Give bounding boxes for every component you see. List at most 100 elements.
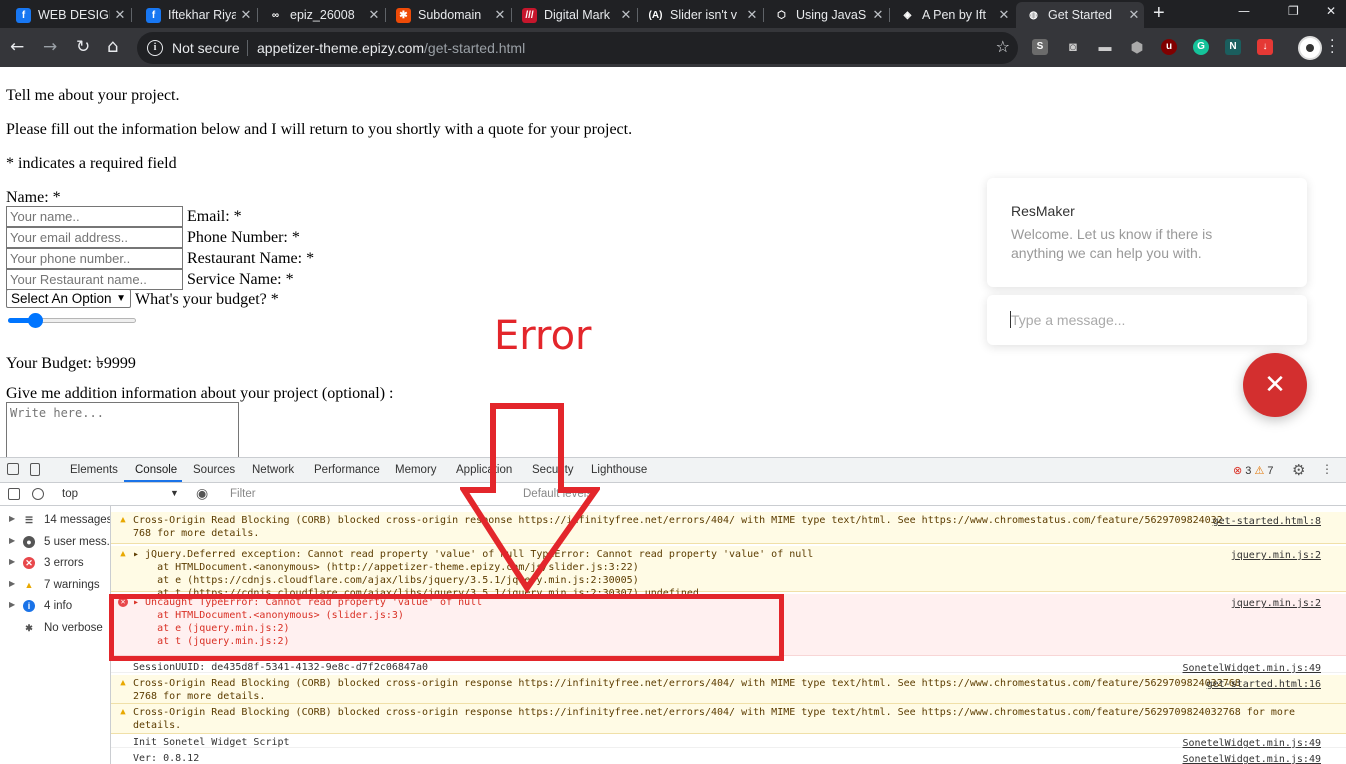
expand-arrow-icon[interactable]: ▶ bbox=[9, 514, 15, 523]
close-window-icon[interactable]: ✕ bbox=[1326, 4, 1336, 18]
message-source-link[interactable]: SonetelWidget.min.js:49 bbox=[1183, 662, 1321, 675]
devtools-tab-elements[interactable]: Elements bbox=[70, 464, 118, 476]
profile-avatar[interactable] bbox=[1298, 36, 1322, 60]
sidebar-toggle-icon[interactable] bbox=[8, 488, 20, 500]
back-icon[interactable]: ← bbox=[10, 37, 24, 57]
message-source-link[interactable]: get-started.html:8 bbox=[1213, 515, 1321, 528]
site-info-icon[interactable]: i bbox=[147, 40, 163, 56]
expand-arrow-icon[interactable]: ▶ bbox=[9, 557, 15, 566]
sidebar-item-warning[interactable]: ▶ ▲ 7 warnings bbox=[0, 576, 111, 597]
message-source-link[interactable]: SonetelWidget.min.js:49 bbox=[1183, 753, 1321, 764]
sidebar-item-bug[interactable]: ✱ No verbose bbox=[0, 619, 111, 640]
tab-close-icon[interactable]: ✕ bbox=[616, 7, 636, 23]
sidebar-item-user[interactable]: ▶ ● 5 user mess... bbox=[0, 533, 111, 554]
message-source-link[interactable]: jquery.min.js:2 bbox=[1231, 597, 1321, 610]
devtools-tab-memory[interactable]: Memory bbox=[395, 464, 437, 476]
console-message-log[interactable]: Init Sonetel Widget Script SonetelWidget.… bbox=[111, 734, 1346, 750]
devtools-tab-network[interactable]: Network bbox=[252, 464, 294, 476]
error-icon: ✕ bbox=[23, 557, 35, 570]
browser-tab[interactable]: ◍ Get Started ✕ bbox=[1016, 2, 1144, 28]
console-message-warn[interactable]: ▲ Cross-Origin Read Blocking (CORB) block… bbox=[111, 704, 1346, 734]
browser-tab[interactable]: f WEB DESIGN ✕ bbox=[6, 2, 130, 28]
devtools-tab-performance[interactable]: Performance bbox=[314, 464, 380, 476]
tab-close-icon[interactable]: ✕ bbox=[868, 7, 888, 23]
tab-close-icon[interactable]: ✕ bbox=[490, 7, 510, 23]
minimize-icon[interactable]: — bbox=[1238, 4, 1250, 18]
expand-arrow-icon[interactable]: ▶ bbox=[9, 600, 15, 609]
email-input[interactable] bbox=[6, 227, 183, 248]
tab-separator bbox=[131, 8, 132, 22]
instructions-text: Please fill out the information below an… bbox=[6, 121, 633, 138]
console-message-warn[interactable]: ▲ Cross-Origin Read Blocking (CORB) block… bbox=[111, 675, 1346, 704]
devtools-tab-sources[interactable]: Sources bbox=[193, 464, 235, 476]
browser-tab[interactable]: (A) Slider isn't v ✕ bbox=[638, 2, 762, 28]
restaurant-label: Restaurant Name: * bbox=[187, 250, 315, 267]
download-extension-icon[interactable]: ↓ bbox=[1257, 39, 1273, 55]
tab-close-icon[interactable]: ✕ bbox=[364, 7, 384, 23]
browser-tab[interactable]: ⬡ Using JavaS ✕ bbox=[764, 2, 888, 28]
tab-close-icon[interactable]: ✕ bbox=[742, 7, 762, 23]
omnibox-divider bbox=[247, 40, 248, 56]
console-message-log[interactable]: Ver: 0.8.12 SonetelWidget.min.js:49 bbox=[111, 750, 1346, 764]
sidebar-item-error[interactable]: ▶ ✕ 3 errors bbox=[0, 554, 111, 575]
tab-close-icon[interactable]: ✕ bbox=[1124, 7, 1144, 23]
browser-tab[interactable]: /// Digital Mark ✕ bbox=[512, 2, 636, 28]
console-message-log[interactable]: SessionUUID: de435d8f-5341-4132-9e8c-d7f… bbox=[111, 659, 1346, 675]
sidebar-item-info[interactable]: ▶ i 4 info bbox=[0, 597, 111, 618]
home-icon[interactable]: ⌂ bbox=[107, 37, 118, 57]
browser-tab[interactable]: ◈ A Pen by Ift ✕ bbox=[890, 2, 1014, 28]
phone-input[interactable] bbox=[6, 248, 183, 269]
reload-icon[interactable]: ↻ bbox=[76, 37, 90, 57]
name-input[interactable] bbox=[6, 206, 183, 227]
chat-message-input[interactable]: Type a message... bbox=[987, 295, 1307, 345]
expand-arrow-icon[interactable]: ▶ bbox=[9, 536, 15, 545]
sidebar-item-list[interactable]: ▶ ☰ 14 messages bbox=[0, 511, 111, 532]
console-message-line: ▸ jQuery.Deferred exception: Cannot read… bbox=[133, 549, 814, 560]
restaurant-input[interactable] bbox=[6, 269, 183, 290]
live-expression-eye-icon[interactable]: ◉ bbox=[196, 485, 208, 502]
clear-console-icon[interactable] bbox=[32, 488, 44, 500]
tab-title: Subdomain bbox=[418, 8, 482, 22]
expand-arrow-icon[interactable]: ▶ bbox=[9, 579, 15, 588]
window-extension-icon[interactable]: ▬ bbox=[1097, 39, 1113, 55]
device-toolbar-icon[interactable] bbox=[30, 463, 40, 476]
tab-close-icon[interactable]: ✕ bbox=[994, 7, 1014, 23]
devtools-tab-console[interactable]: Console bbox=[135, 464, 177, 476]
budget-slider[interactable] bbox=[8, 313, 136, 328]
message-source-link[interactable]: get-started.html:16 bbox=[1207, 678, 1321, 691]
ublock-icon[interactable]: u bbox=[1161, 39, 1177, 55]
message-source-link[interactable]: jquery.min.js:2 bbox=[1231, 549, 1321, 562]
issue-counts[interactable]: ⊗ 3 ⚠ 7 bbox=[1233, 464, 1274, 477]
devtools-menu-icon[interactable]: ⋮ bbox=[1321, 462, 1333, 476]
browser-tab[interactable]: ∞ epiz_26008 ✕ bbox=[258, 2, 384, 28]
bookmark-star-icon[interactable]: ☆ bbox=[996, 37, 1010, 56]
new-tab-button[interactable]: + bbox=[1153, 2, 1165, 25]
grammarly-icon[interactable]: G bbox=[1193, 39, 1209, 55]
additional-info-textarea[interactable]: Write here... bbox=[6, 402, 239, 462]
message-source-link[interactable]: SonetelWidget.min.js:49 bbox=[1183, 737, 1321, 750]
context-dropdown-icon[interactable]: ▼ bbox=[170, 488, 179, 498]
browser-tab[interactable]: ✱ Subdomain ✕ bbox=[386, 2, 510, 28]
camera-extension-icon[interactable]: ◙ bbox=[1065, 39, 1081, 55]
service-select[interactable]: Select An Option ▼ bbox=[6, 289, 131, 308]
tab-title: A Pen by Ift bbox=[922, 8, 986, 22]
tab-close-icon[interactable]: ✕ bbox=[110, 7, 130, 23]
slider-thumb[interactable] bbox=[27, 313, 43, 328]
extension-s-icon[interactable]: S bbox=[1032, 39, 1048, 55]
browser-tab[interactable]: f Iftekhar Riyad✕ bbox=[136, 2, 256, 28]
forward-icon[interactable]: → bbox=[43, 37, 57, 57]
settings-gear-icon[interactable]: ⚙ bbox=[1292, 461, 1305, 479]
url-text[interactable]: appetizer-theme.epizy.com/get-started.ht… bbox=[257, 40, 525, 56]
info-icon: i bbox=[23, 600, 35, 613]
n-extension-icon[interactable]: N bbox=[1225, 39, 1241, 55]
address-bar[interactable]: i Not secure appetizer-theme.epizy.com/g… bbox=[137, 32, 1018, 64]
context-selector[interactable]: top bbox=[62, 488, 78, 500]
console-message-warn[interactable]: ▲ Cross-Origin Read Blocking (CORB) block… bbox=[111, 512, 1346, 544]
chat-close-button[interactable]: ✕ bbox=[1243, 353, 1307, 417]
inspect-element-icon[interactable] bbox=[7, 463, 19, 475]
restore-icon[interactable]: ❐ bbox=[1288, 4, 1299, 18]
console-message-warn[interactable]: ▲ ▸ jQuery.Deferred exception: Cannot rea… bbox=[111, 546, 1346, 599]
shield-extension-icon[interactable]: ⬢ bbox=[1129, 39, 1145, 55]
browser-menu-icon[interactable]: · · · bbox=[1330, 34, 1334, 60]
tab-close-icon[interactable]: ✕ bbox=[236, 7, 256, 23]
